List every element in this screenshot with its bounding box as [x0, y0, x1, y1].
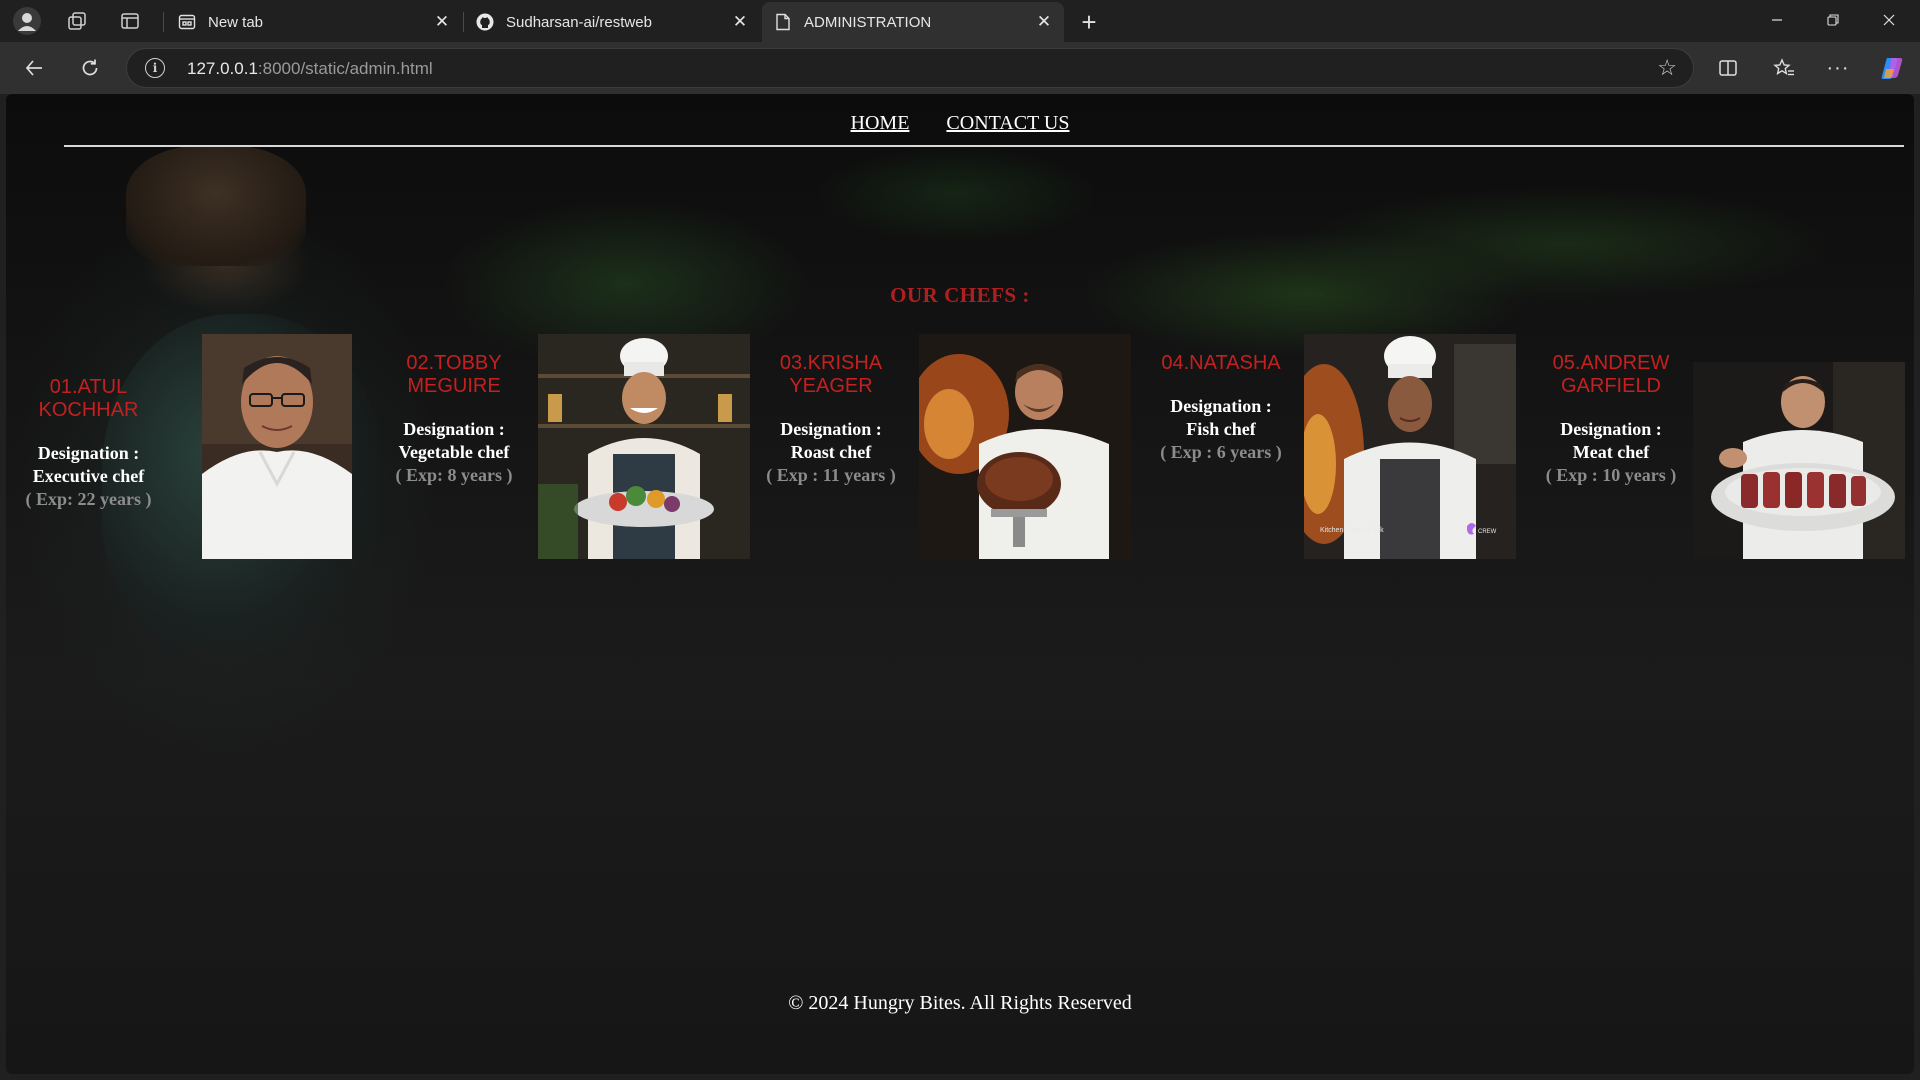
nav-home-link[interactable]: HOME — [851, 112, 910, 134]
chef-card-1: 01.ATUL KOCHHAR Designation : Executive c… — [16, 376, 161, 511]
photo-caption-right: CREW — [1478, 529, 1497, 535]
workspaces-icon[interactable] — [62, 6, 92, 36]
chef-name: 05.ANDREW GARFIELD — [1552, 352, 1670, 397]
browser-toolbar: i 127.0.0.1:8000/static/admin.html ☆ ··· — [0, 42, 1920, 94]
top-nav: HOME CONTACT US — [6, 112, 1914, 135]
copilot-icon[interactable] — [1874, 50, 1910, 86]
chef-name: 03.KRISHA YEAGER — [779, 352, 883, 397]
chef-card-3: 03.KRISHA YEAGER Designation : Roast chef… — [766, 352, 896, 487]
section-heading: OUR CHEFS : — [890, 283, 1030, 307]
chef-photo-3 — [919, 334, 1131, 559]
page-viewport: HOME CONTACT US OUR CHEFS : 01.ATUL KOCH… — [6, 94, 1914, 1074]
photo-caption-left: Kitchen Crew | Cook — [1320, 527, 1384, 534]
chef-card-4: 04.NATASHA Designation : Fish chef ( Exp … — [1151, 352, 1291, 464]
chef-experience: ( Exp : 10 years ) — [1545, 465, 1677, 485]
chef-designation-label: Designation : — [1560, 419, 1662, 439]
tab-title: New tab — [208, 13, 264, 31]
more-options-icon[interactable]: ··· — [1820, 50, 1856, 86]
close-tab-icon[interactable]: ✕ — [726, 8, 754, 36]
chef-designation-value: Vegetable chef — [398, 442, 510, 462]
document-icon — [774, 13, 792, 31]
tab-github[interactable]: Sudharsan-ai/restweb ✕ — [464, 2, 760, 42]
chef-card-2: 02.TOBBY MEGUIRE Designation : Vegetable … — [374, 352, 534, 487]
chef-designation-label: Designation : — [780, 419, 882, 439]
chef-photo-1 — [202, 334, 352, 559]
chef-card-5: 05.ANDREW GARFIELD Designation : Meat che… — [1536, 352, 1686, 487]
newtab-page-icon — [178, 13, 196, 31]
nav-contact-link[interactable]: CONTACT US — [946, 112, 1069, 134]
chef-designation-value: Roast chef — [790, 442, 872, 462]
split-screen-icon[interactable] — [1710, 50, 1746, 86]
tab-title: Sudharsan-ai/restweb — [506, 13, 652, 31]
site-info-icon[interactable]: i — [145, 58, 165, 78]
chef-experience: ( Exp: 22 years ) — [25, 489, 152, 509]
address-bar[interactable]: i 127.0.0.1:8000/static/admin.html ☆ — [126, 48, 1694, 88]
chef-photo-2 — [538, 334, 750, 559]
chef-experience: ( Exp : 6 years ) — [1160, 442, 1282, 462]
profile-avatar-icon[interactable] — [12, 6, 42, 36]
chef-experience: ( Exp: 8 years ) — [395, 465, 513, 485]
page-footer: © 2024 Hungry Bites. All Rights Reserved — [788, 992, 1132, 1014]
chef-photo-5 — [1693, 362, 1905, 559]
chef-name: 02.TOBBY MEGUIRE — [406, 352, 502, 397]
new-tab-button[interactable]: + — [1073, 6, 1105, 38]
github-icon — [476, 13, 494, 31]
url-path: :8000/static/admin.html — [257, 59, 433, 78]
url-text: 127.0.0.1:8000/static/admin.html — [187, 59, 433, 79]
tab-strip: New tab ✕ Sudharsan-ai/restweb ✕ ADMINIS… — [0, 0, 1920, 42]
chef-designation-value: Meat chef — [1572, 442, 1650, 462]
nav-divider — [64, 145, 1904, 147]
chef-designation: Designation : Executive chef — [16, 442, 161, 488]
background-cork — [126, 146, 306, 266]
tab-separator — [163, 12, 164, 32]
url-host: 127.0.0.1 — [187, 59, 258, 78]
tab-title: ADMINISTRATION — [804, 13, 932, 31]
chef-designation-value: Fish chef — [1186, 419, 1256, 439]
back-arrow-icon[interactable] — [16, 50, 52, 86]
chef-designation-label: Designation : — [37, 443, 140, 463]
chef-designation-label: Designation : — [1170, 396, 1272, 416]
chef-designation: Designation : Roast chef — [766, 418, 896, 464]
close-tab-icon[interactable]: ✕ — [1030, 8, 1058, 36]
chef-designation: Designation : Meat chef — [1536, 418, 1686, 464]
chef-designation: Designation : Fish chef — [1151, 395, 1291, 441]
chef-designation-value: Executive chef — [32, 466, 145, 486]
minimize-icon[interactable] — [1750, 0, 1804, 40]
favorite-star-icon[interactable]: ☆ — [1657, 55, 1677, 81]
chef-experience: ( Exp : 11 years ) — [766, 465, 896, 485]
close-tab-icon[interactable]: ✕ — [428, 8, 456, 36]
chef-name: 04.NATASHA — [1161, 352, 1281, 374]
restore-icon[interactable] — [1806, 0, 1860, 40]
tab-administration[interactable]: ADMINISTRATION ✕ — [762, 2, 1064, 42]
vertical-tabs-icon[interactable] — [115, 6, 145, 36]
chef-name: 01.ATUL KOCHHAR — [38, 376, 139, 421]
chef-designation-label: Designation : — [403, 419, 505, 439]
chef-designation: Designation : Vegetable chef — [374, 418, 534, 464]
tab-new-tab[interactable]: New tab ✕ — [166, 2, 462, 42]
favorites-icon[interactable] — [1766, 50, 1802, 86]
chef-photo-4: Kitchen Crew | Cook CREW — [1304, 334, 1516, 559]
close-window-icon[interactable] — [1862, 0, 1916, 40]
refresh-icon[interactable] — [72, 50, 108, 86]
